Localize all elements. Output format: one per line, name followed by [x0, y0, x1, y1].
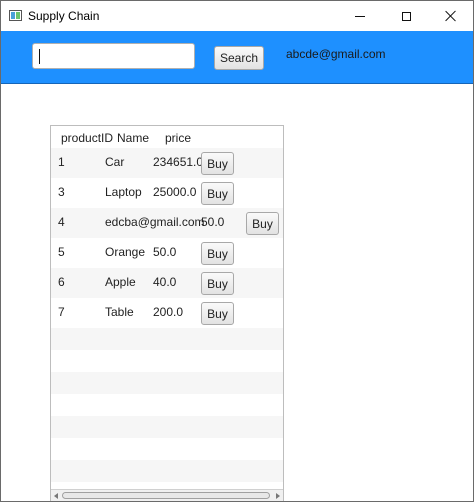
- column-header-productid[interactable]: productID: [61, 131, 113, 145]
- cell-product-name: Orange: [105, 245, 146, 259]
- cell-product-id: 1: [58, 155, 65, 169]
- cell-product-price: 234651.0: [153, 155, 204, 169]
- horizontal-scrollbar[interactable]: [51, 489, 283, 501]
- cell-product-name: Car: [105, 155, 125, 169]
- empty-row: [51, 328, 283, 350]
- app-window: Supply Chain Search abcde@gmail.com prod…: [0, 0, 474, 502]
- search-button[interactable]: Search: [214, 46, 264, 70]
- buy-button[interactable]: Buy: [201, 152, 234, 175]
- column-header-price[interactable]: price: [165, 131, 191, 145]
- empty-row: [51, 460, 283, 482]
- maximize-icon: [401, 11, 411, 21]
- scrollbar-thumb[interactable]: [62, 492, 270, 499]
- buy-button[interactable]: Buy: [201, 242, 234, 265]
- empty-row: [51, 394, 283, 416]
- cell-product-id: 3: [58, 185, 65, 199]
- scroll-right-icon[interactable]: [276, 493, 280, 499]
- cell-product-price: 40.0: [153, 275, 177, 289]
- cell-product-id: 7: [58, 305, 65, 319]
- minimize-button[interactable]: [337, 1, 383, 31]
- empty-row: [51, 416, 283, 438]
- maximize-button[interactable]: [383, 1, 429, 31]
- cell-product-price: 200.0: [153, 305, 184, 319]
- empty-row: [51, 350, 283, 372]
- text-caret: [39, 49, 40, 64]
- column-header-name[interactable]: Name: [117, 131, 149, 145]
- table-row[interactable]: 3 Laptop 25000.0 Buy: [51, 178, 283, 208]
- cell-product-id: 4: [58, 215, 65, 229]
- cell-product-price: 50.0: [201, 215, 225, 229]
- scroll-left-icon[interactable]: [54, 493, 58, 499]
- empty-row: [51, 372, 283, 394]
- table-row[interactable]: 5 Orange 50.0 Buy: [51, 238, 283, 268]
- table-row[interactable]: 1 Car 234651.0 Buy: [51, 148, 283, 178]
- window-title: Supply Chain: [28, 9, 100, 23]
- minimize-icon: [355, 15, 365, 17]
- cell-product-name: Table: [105, 305, 134, 319]
- cell-product-name: Apple: [105, 275, 136, 289]
- search-bar: Search abcde@gmail.com: [1, 31, 473, 84]
- table-row[interactable]: 4 edcba@gmail.com 50.0 Buy: [51, 208, 283, 238]
- close-icon: [445, 10, 457, 22]
- app-window-icon: [9, 10, 22, 21]
- cell-product-name: edcba@gmail.com: [105, 215, 205, 229]
- empty-row: [51, 438, 283, 460]
- buy-button[interactable]: Buy: [201, 182, 234, 205]
- user-email: abcde@gmail.com: [286, 47, 386, 61]
- cell-product-id: 5: [58, 245, 65, 259]
- cell-product-name: Laptop: [105, 185, 142, 199]
- buy-button[interactable]: Buy: [246, 212, 279, 235]
- cell-product-price: 50.0: [153, 245, 177, 259]
- buy-button[interactable]: Buy: [201, 302, 234, 325]
- table-header: productID Name price: [51, 126, 283, 148]
- table-row[interactable]: 7 Table 200.0 Buy: [51, 298, 283, 328]
- table-row[interactable]: 6 Apple 40.0 Buy: [51, 268, 283, 298]
- search-input[interactable]: [32, 43, 195, 69]
- cell-product-id: 6: [58, 275, 65, 289]
- close-button[interactable]: [428, 1, 473, 31]
- buy-button[interactable]: Buy: [201, 272, 234, 295]
- product-table[interactable]: productID Name price 1 Car 234651.0 Buy …: [50, 125, 284, 501]
- title-bar: Supply Chain: [1, 1, 473, 31]
- cell-product-price: 25000.0: [153, 185, 197, 199]
